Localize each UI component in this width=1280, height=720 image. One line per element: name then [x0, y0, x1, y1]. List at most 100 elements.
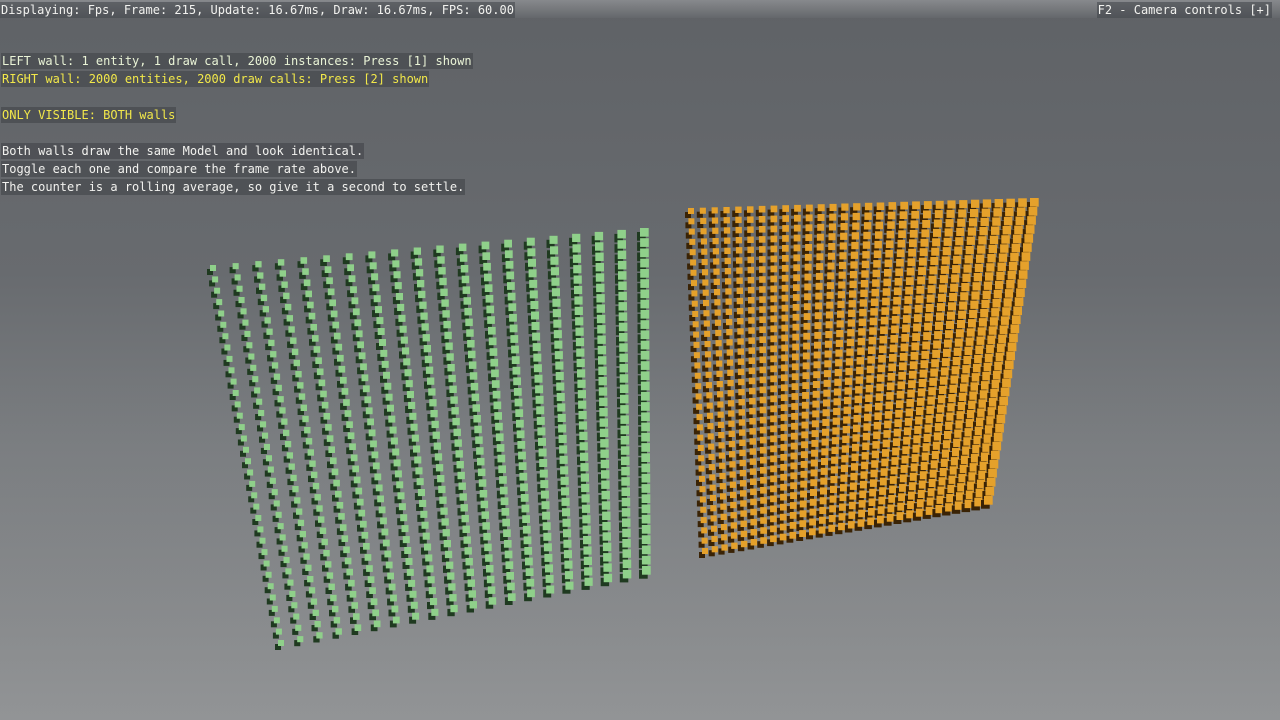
cube	[854, 405, 862, 413]
cube	[863, 231, 871, 240]
cube	[577, 369, 586, 378]
cube	[748, 297, 755, 304]
cube	[810, 479, 818, 487]
cube	[1018, 270, 1028, 279]
cube	[349, 443, 356, 451]
cube	[222, 333, 229, 340]
cube	[355, 330, 363, 338]
cube	[737, 338, 744, 345]
cube	[925, 304, 934, 312]
cube	[708, 453, 715, 460]
cube	[928, 275, 937, 284]
cube	[693, 341, 700, 348]
cube	[640, 228, 649, 237]
cube	[872, 441, 880, 449]
cube	[618, 291, 627, 301]
cube	[542, 511, 551, 520]
cube	[394, 282, 402, 290]
cube	[501, 508, 510, 516]
cube	[791, 373, 799, 381]
cube	[577, 390, 586, 399]
cube	[770, 275, 778, 283]
cube	[875, 402, 883, 411]
cube	[640, 320, 650, 329]
cube	[618, 281, 627, 290]
cube	[641, 494, 651, 503]
cube	[447, 572, 455, 580]
cube	[860, 471, 868, 479]
cube	[940, 458, 949, 467]
cube	[770, 355, 777, 363]
cube	[563, 539, 572, 548]
cube	[957, 401, 966, 411]
cube	[759, 276, 766, 283]
cube	[531, 311, 539, 320]
cube	[922, 443, 931, 452]
cube	[989, 317, 999, 326]
cube	[735, 226, 742, 234]
cube	[324, 266, 332, 273]
cube	[392, 448, 400, 456]
cube	[392, 616, 400, 624]
cube	[220, 321, 227, 328]
cube	[749, 397, 756, 405]
cube	[703, 300, 710, 307]
cube	[829, 505, 837, 513]
cube	[538, 448, 547, 457]
cube	[620, 415, 629, 424]
cube	[781, 384, 788, 392]
cube	[759, 356, 767, 364]
cube	[870, 308, 878, 316]
cube	[525, 568, 534, 576]
cube	[558, 434, 567, 443]
cube	[504, 550, 513, 559]
cube	[913, 314, 922, 323]
cube	[759, 416, 767, 424]
cube	[365, 407, 373, 415]
cube	[460, 504, 468, 512]
cube	[729, 451, 736, 458]
cube	[982, 290, 991, 300]
cube	[238, 297, 245, 304]
cube	[602, 542, 612, 552]
cube	[770, 365, 777, 373]
cube	[820, 467, 828, 475]
cube	[811, 430, 819, 438]
cube	[950, 375, 959, 384]
3d-scene-viewport[interactable]	[0, 0, 1280, 720]
cube	[714, 289, 721, 296]
cube	[878, 496, 887, 505]
cube	[819, 497, 827, 505]
cube	[574, 296, 583, 305]
camera-controls-toggle[interactable]: F2 - Camera controls [+]	[1096, 2, 1272, 18]
cube	[701, 527, 708, 534]
cube	[448, 374, 456, 383]
cube	[800, 490, 807, 498]
cube	[724, 237, 731, 244]
cube	[987, 254, 996, 263]
cube	[311, 471, 318, 479]
cube	[877, 364, 886, 373]
cube	[909, 239, 917, 248]
cube	[814, 341, 821, 349]
cube	[335, 628, 342, 635]
cube	[728, 430, 735, 437]
cube	[691, 280, 697, 287]
cube	[279, 407, 286, 414]
cube	[955, 237, 964, 246]
cube	[993, 208, 1002, 217]
cube	[770, 285, 778, 293]
cube	[700, 506, 707, 513]
cube	[598, 387, 608, 396]
cube	[724, 268, 732, 275]
cube	[390, 437, 398, 445]
cube	[914, 304, 923, 313]
cube	[286, 315, 293, 322]
cube	[339, 524, 347, 531]
cube	[700, 517, 707, 524]
cube	[847, 521, 856, 529]
cube	[552, 298, 561, 307]
cube	[232, 263, 239, 270]
cube	[993, 432, 1003, 442]
cube	[706, 402, 713, 409]
